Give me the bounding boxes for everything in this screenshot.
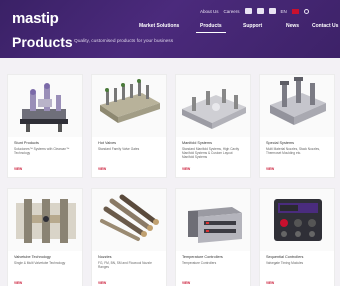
social-icon[interactable]	[268, 8, 276, 14]
product-name: Stunt Products	[14, 141, 39, 145]
product-description: Soluciones™ Systems with Clearcan™ Techn…	[14, 147, 70, 156]
product-card[interactable]: Valvetube Technology Single & Multi Valv…	[7, 188, 83, 286]
product-card[interactable]: Manifold Systems Standard Manifold Syste…	[175, 74, 251, 178]
product-name: Temperature Controllers	[182, 255, 223, 259]
product-image-nozzles	[92, 189, 166, 251]
product-description: Single & Multi Valvetube Technology	[14, 261, 66, 265]
product-image-valvetube	[8, 189, 82, 251]
language-label[interactable]: EN	[281, 9, 287, 14]
product-view-link[interactable]: VIEW	[182, 167, 250, 171]
nav-news[interactable]: News	[286, 23, 299, 29]
utility-bar: About Us Careers EN	[200, 8, 309, 14]
product-image-hot-runner	[8, 75, 82, 137]
product-name: Valvetube Technology	[14, 255, 51, 259]
utility-about-link[interactable]: About Us	[200, 9, 219, 14]
product-card[interactable]: Sequential Controllers Valvegate Timing …	[259, 188, 335, 286]
product-grid-section: Stunt Products Soluciones™ Systems with …	[0, 58, 340, 286]
product-view-link[interactable]: VIEW	[14, 281, 82, 285]
product-description: Standard Manifold Systems, High Cavity M…	[182, 147, 240, 160]
product-view-link[interactable]: VIEW	[98, 167, 166, 171]
product-card[interactable]: Hot Valves Standard Family Valve Gates V…	[91, 74, 167, 178]
flag-icon[interactable]	[291, 8, 299, 14]
nav-contact-us[interactable]: Contact Us	[312, 23, 338, 29]
product-image-hot-valves	[92, 75, 166, 137]
product-view-link[interactable]: VIEW	[266, 167, 334, 171]
product-card[interactable]: Temperature Controllers Temperature Cont…	[175, 188, 251, 286]
product-description: Standard Family Valve Gates	[98, 147, 140, 151]
product-view-link[interactable]: VIEW	[14, 167, 82, 171]
product-description: Valvegate Timing Modules	[266, 261, 304, 265]
product-card[interactable]: Stunt Products Soluciones™ Systems with …	[7, 74, 83, 178]
product-view-link[interactable]: VIEW	[266, 281, 334, 285]
page-title: Products	[12, 34, 73, 50]
product-card[interactable]: Nozzles FG, FM, BN, SM and Flowcool Nozz…	[91, 188, 167, 286]
product-description: Temperature Controllers	[182, 261, 217, 265]
social-icon[interactable]	[244, 8, 252, 14]
utility-careers-link[interactable]: Careers	[224, 9, 240, 14]
product-name: Special Systems	[266, 141, 295, 145]
main-nav: Market Solutions Products Support News C…	[0, 23, 340, 33]
product-image-manifold-systems	[176, 75, 250, 137]
product-image-special-systems	[260, 75, 334, 137]
product-description: Multi Material Nozzles, Stack Nozzles, T…	[266, 147, 321, 156]
product-view-link[interactable]: VIEW	[98, 281, 166, 285]
product-image-temperature-controllers	[176, 189, 250, 251]
nav-market-solutions[interactable]: Market Solutions	[139, 23, 179, 29]
nav-products[interactable]: Products	[196, 23, 226, 33]
product-image-sequential-controllers	[260, 189, 334, 251]
product-card[interactable]: Special Systems Multi Material Nozzles, …	[259, 74, 335, 178]
product-name: Nozzles	[98, 255, 112, 259]
nav-support[interactable]: Support	[243, 23, 262, 29]
search-icon[interactable]	[303, 8, 309, 14]
page-tagline: Quality, customised products for your bu…	[74, 39, 174, 44]
product-name: Manifold Systems	[182, 141, 212, 145]
social-icon[interactable]	[256, 8, 264, 14]
product-name: Sequential Controllers	[266, 255, 304, 259]
product-name: Hot Valves	[98, 141, 117, 145]
product-description: FG, FM, BN, SM and Flowcool Nozzle Range…	[98, 261, 152, 270]
page-header: mastip About Us Careers EN Market Soluti…	[0, 0, 340, 58]
product-view-link[interactable]: VIEW	[182, 281, 250, 285]
